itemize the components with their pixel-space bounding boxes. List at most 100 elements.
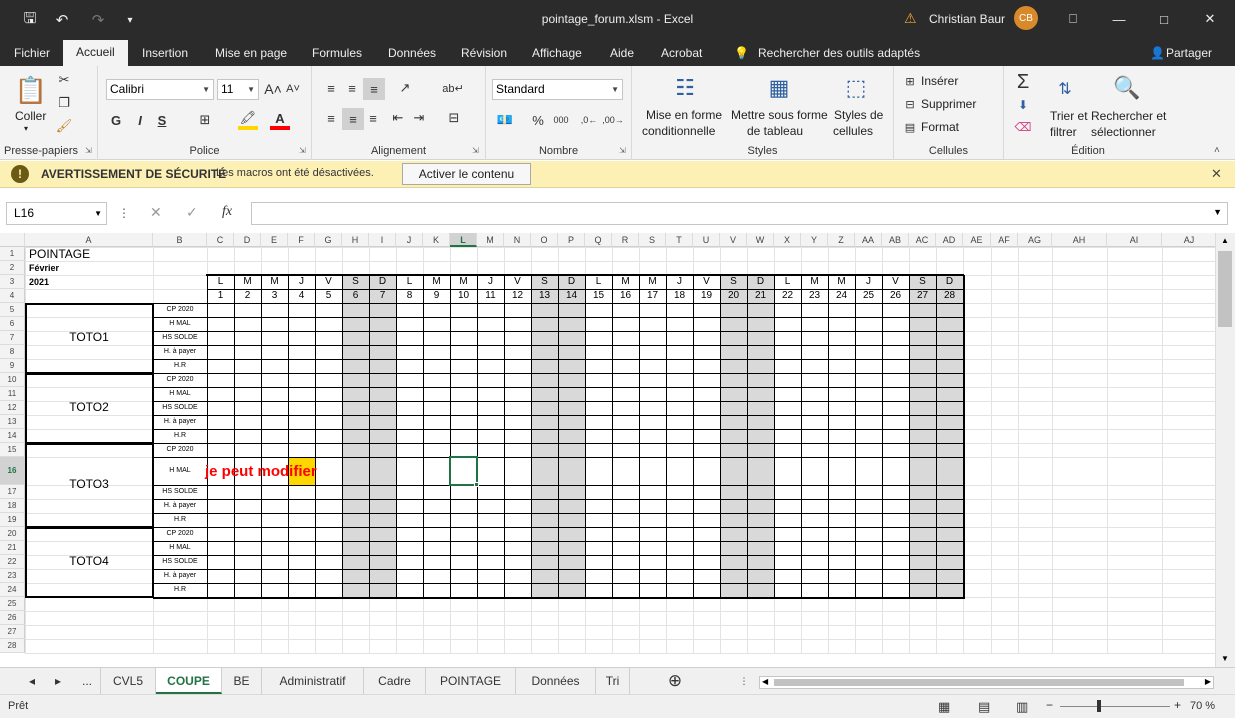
weekday-cell[interactable]: J [666, 275, 693, 289]
fill-icon[interactable]: ⬇ [1014, 96, 1032, 114]
weekday-cell[interactable]: M [261, 275, 288, 289]
align-center-icon[interactable]: ≡ [342, 108, 364, 130]
column-header[interactable]: AJ [1162, 233, 1217, 247]
copy-icon[interactable]: ❐ [55, 94, 73, 112]
tab-fichier[interactable]: Fichier [12, 44, 52, 66]
column-header[interactable]: V [720, 233, 747, 247]
tab-accueil[interactable]: Accueil [63, 40, 128, 66]
underline-button[interactable]: S [154, 110, 170, 130]
sheet-tab[interactable]: ... [74, 668, 101, 694]
delete-icon[interactable]: ⊟ [902, 96, 918, 112]
weekday-cell[interactable]: J [855, 275, 882, 289]
weekday-cell[interactable]: M [450, 275, 477, 289]
row-header[interactable]: 18 [0, 499, 25, 513]
tab-donnees[interactable]: Données [386, 44, 438, 66]
orientation-icon[interactable]: ↗ [392, 78, 418, 98]
weekday-cell[interactable]: V [693, 275, 720, 289]
column-header[interactable]: Q [585, 233, 612, 247]
day-number-cell[interactable]: 16 [612, 289, 639, 303]
name-box[interactable]: L16 ▼ [6, 202, 107, 225]
row-header[interactable]: 24 [0, 583, 25, 597]
formula-input[interactable]: ▼ [251, 202, 1228, 225]
day-number-cell[interactable]: 12 [504, 289, 531, 303]
customize-icon[interactable]: ▾ [118, 9, 142, 31]
weekday-cell[interactable]: V [504, 275, 531, 289]
align-top-icon[interactable]: ≡ [321, 78, 341, 98]
row-header[interactable]: 8 [0, 345, 25, 359]
cell-note-text[interactable]: je peut modifier [205, 463, 317, 480]
page-break-icon[interactable]: ▥ [1016, 699, 1028, 715]
column-header[interactable]: K [423, 233, 450, 247]
font-name-select[interactable]: Calibri ▼ [106, 79, 214, 100]
column-header[interactable]: E [261, 233, 288, 247]
insert-function-icon[interactable]: fx [222, 204, 232, 220]
row-label[interactable]: H MAL [153, 317, 207, 331]
row-label[interactable]: HS SOLDE [153, 485, 207, 499]
sheet-tab[interactable]: BE [222, 668, 262, 694]
column-header[interactable]: Y [801, 233, 828, 247]
day-number-cell[interactable]: 22 [774, 289, 801, 303]
row-label[interactable]: H. à payer [153, 499, 207, 513]
close-icon[interactable]: ✕ [1211, 166, 1222, 182]
day-number-cell[interactable]: 9 [423, 289, 450, 303]
weekday-cell[interactable]: D [936, 275, 963, 289]
find-select-button-2[interactable]: sélectionner [1091, 125, 1156, 139]
row-label[interactable]: H.R [153, 513, 207, 527]
row-label[interactable]: CP 2020 [153, 373, 207, 387]
fill-color-icon[interactable]: 🖍 [238, 110, 258, 130]
tab-affichage[interactable]: Affichage [530, 44, 584, 66]
align-middle-icon[interactable]: ≡ [342, 78, 362, 98]
insert-icon[interactable]: ⊞ [902, 73, 918, 89]
weekday-cell[interactable]: S [720, 275, 747, 289]
horizontal-scrollbar[interactable]: ◀ ▶ [759, 676, 1214, 689]
row-header[interactable]: 14 [0, 429, 25, 443]
format-painter-icon[interactable]: 🖌 [55, 117, 73, 135]
format-as-table-icon[interactable]: ▦ [764, 72, 794, 104]
zoom-level[interactable]: 70 % [1190, 700, 1215, 712]
row-header[interactable]: 12 [0, 401, 25, 415]
row-header[interactable]: 19 [0, 513, 25, 527]
day-number-cell[interactable]: 2 [234, 289, 261, 303]
row-label[interactable]: HS SOLDE [153, 401, 207, 415]
weekday-cell[interactable]: S [342, 275, 369, 289]
day-number-cell[interactable]: 5 [315, 289, 342, 303]
row-label[interactable]: H MAL [153, 541, 207, 555]
row-header[interactable]: 7 [0, 331, 25, 345]
save-icon[interactable]: 🖫 [18, 9, 42, 31]
dialog-launcher-icon[interactable]: ⇲ [299, 146, 306, 155]
align-bottom-icon[interactable]: ≡ [363, 78, 385, 100]
dialog-launcher-icon[interactable]: ⇲ [85, 146, 92, 155]
tab-aide[interactable]: Aide [608, 44, 636, 66]
paste-icon[interactable]: 📋 [14, 72, 48, 108]
weekday-cell[interactable]: L [207, 275, 234, 289]
scroll-thumb[interactable] [1218, 251, 1232, 327]
borders-icon[interactable]: ⊞ [194, 110, 216, 130]
weekday-cell[interactable]: M [423, 275, 450, 289]
enter-icon[interactable]: ✓ [186, 204, 198, 221]
weekday-cell[interactable]: M [828, 275, 855, 289]
row-header[interactable]: 28 [0, 639, 25, 653]
sort-filter-icon[interactable]: ⇅ [1050, 74, 1080, 104]
day-number-cell[interactable]: 6 [342, 289, 369, 303]
vertical-scrollbar[interactable]: ▲ ▼ [1215, 233, 1235, 667]
column-header[interactable]: X [774, 233, 801, 247]
employee-name[interactable]: TOTO3 [25, 477, 153, 493]
conditional-format-icon[interactable]: ☷ [670, 72, 700, 104]
row-label[interactable]: H.R [153, 429, 207, 443]
weekday-cell[interactable]: M [639, 275, 666, 289]
avatar[interactable]: CB [1014, 6, 1038, 30]
sheet-tab[interactable]: Données [516, 668, 596, 694]
day-number-cell[interactable]: 27 [909, 289, 936, 303]
day-number-cell[interactable]: 1 [207, 289, 234, 303]
bold-button[interactable]: G [108, 110, 124, 130]
day-number-cell[interactable]: 28 [936, 289, 963, 303]
find-select-icon[interactable]: 🔍 [1112, 72, 1142, 104]
increase-decimal-icon[interactable]: ,0← [578, 110, 600, 130]
ribbon-display-icon[interactable]: ⎕ [1060, 8, 1086, 30]
row-header[interactable]: 11 [0, 387, 25, 401]
font-color-icon[interactable]: A [270, 110, 290, 130]
sheet-tab[interactable]: POINTAGE [426, 668, 516, 694]
weekday-cell[interactable]: D [747, 275, 774, 289]
weekday-cell[interactable]: V [882, 275, 909, 289]
column-header[interactable]: AG [1018, 233, 1052, 247]
